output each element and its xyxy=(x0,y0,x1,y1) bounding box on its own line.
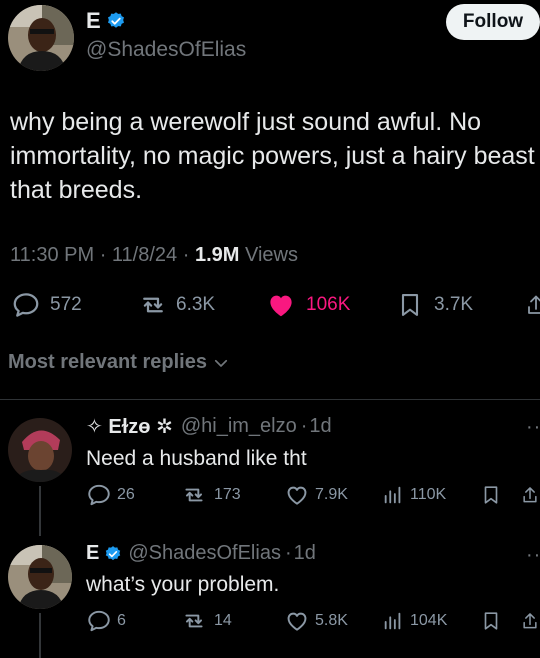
tweet-text-line: that breeds. xyxy=(10,176,143,204)
views-icon xyxy=(384,486,401,504)
thread-line xyxy=(39,613,41,658)
bookmark-icon xyxy=(401,294,419,316)
repost-icon xyxy=(185,488,203,502)
like-count: 7.9K xyxy=(315,486,348,503)
reply-bookmark-button[interactable] xyxy=(480,608,502,634)
reply-icon xyxy=(13,293,39,317)
reply-share-button[interactable] xyxy=(520,608,540,634)
chevron-down-icon xyxy=(214,359,228,367)
reply-views-button[interactable]: 104K xyxy=(382,608,447,634)
views-count: 1.9M xyxy=(194,244,240,266)
replies-sort-label: Most relevant replies xyxy=(8,351,207,373)
reply-button[interactable]: 572 xyxy=(10,290,82,320)
reply-avatar[interactable] xyxy=(8,418,72,482)
reply-age[interactable]: 1d xyxy=(309,415,331,438)
tweet-text-line: immortality, no magic powers, just a hai… xyxy=(10,142,535,170)
reply-views-button[interactable]: 110K xyxy=(382,482,446,508)
bookmark-icon xyxy=(484,612,498,630)
reply-text: Need a husband like tht xyxy=(86,447,307,470)
reply-author-name[interactable]: ✧ Eɫzɵ ✲ xyxy=(86,414,173,439)
reply-bookmark-button[interactable] xyxy=(480,482,502,508)
reply-like-button[interactable]: 7.9K xyxy=(284,482,348,508)
verified-badge-icon xyxy=(107,12,124,28)
author-name[interactable]: E xyxy=(86,8,101,34)
more-options-icon[interactable]: ·· xyxy=(526,544,540,567)
reply-text: what’s your problem. xyxy=(86,573,280,596)
replies-sort-dropdown[interactable]: Most relevant replies xyxy=(8,351,230,374)
reply-author-name[interactable]: E xyxy=(86,542,99,565)
tweet-text-line: why being a werewolf just sound awful. N… xyxy=(10,108,482,136)
heart-outline-icon xyxy=(287,486,307,505)
tweet-date[interactable]: 11/8/24 xyxy=(112,244,177,266)
like-count: 5.8K xyxy=(315,612,348,629)
repost-count: 6.3K xyxy=(176,294,216,315)
repost-count: 14 xyxy=(214,612,232,629)
bookmark-count: 3.7K xyxy=(434,294,474,315)
heart-outline-icon xyxy=(287,612,307,631)
reply-icon xyxy=(88,610,110,632)
tweet-meta: 11:30 PM · 11/8/24 · 1.9M Views xyxy=(10,244,298,266)
reply-repost-button[interactable]: 173 xyxy=(180,482,241,508)
like-count: 106K xyxy=(306,294,351,315)
verified-badge-icon xyxy=(106,545,121,560)
author-handle[interactable]: @ShadesOfElias xyxy=(86,38,246,62)
divider xyxy=(0,399,540,400)
share-button[interactable] xyxy=(524,290,540,320)
reply-count: 6 xyxy=(117,612,126,629)
bookmark-button[interactable]: 3.7K xyxy=(396,290,473,320)
views-label: Views xyxy=(245,244,298,266)
share-icon xyxy=(528,295,540,314)
reply-repost-button[interactable]: 14 xyxy=(180,608,232,634)
more-options-icon[interactable]: ·· xyxy=(526,416,540,439)
thread-line xyxy=(39,486,41,536)
heart-icon xyxy=(270,295,292,317)
reply-reply-button[interactable]: 6 xyxy=(86,608,126,634)
reply-avatar[interactable] xyxy=(8,545,72,609)
author-avatar[interactable] xyxy=(8,5,74,71)
reply-icon xyxy=(88,484,110,506)
repost-icon xyxy=(185,614,203,628)
views-count: 110K xyxy=(410,486,447,503)
reply-count: 26 xyxy=(117,486,135,503)
repost-button[interactable]: 6.3K xyxy=(136,290,215,320)
repost-icon xyxy=(143,297,163,313)
repost-count: 173 xyxy=(214,486,241,503)
bookmark-icon xyxy=(484,486,498,504)
follow-button[interactable]: Follow xyxy=(446,4,540,40)
reply-author-handle[interactable]: @hi_im_elzo xyxy=(181,415,297,438)
share-icon xyxy=(523,487,537,503)
views-icon xyxy=(384,612,401,630)
share-icon xyxy=(523,613,537,629)
like-button[interactable]: 106K xyxy=(266,290,350,320)
tweet-text: why being a werewolf just sound awful. N… xyxy=(10,105,540,207)
views-count: 104K xyxy=(410,612,448,629)
reply-age[interactable]: 1d xyxy=(294,542,316,565)
reply-share-button[interactable] xyxy=(520,482,540,508)
tweet-time[interactable]: 11:30 PM xyxy=(10,244,94,266)
reply-count: 572 xyxy=(50,294,82,315)
reply-author-handle[interactable]: @ShadesOfElias xyxy=(128,542,281,565)
reply-like-button[interactable]: 5.8K xyxy=(284,608,348,634)
reply-reply-button[interactable]: 26 xyxy=(86,482,135,508)
